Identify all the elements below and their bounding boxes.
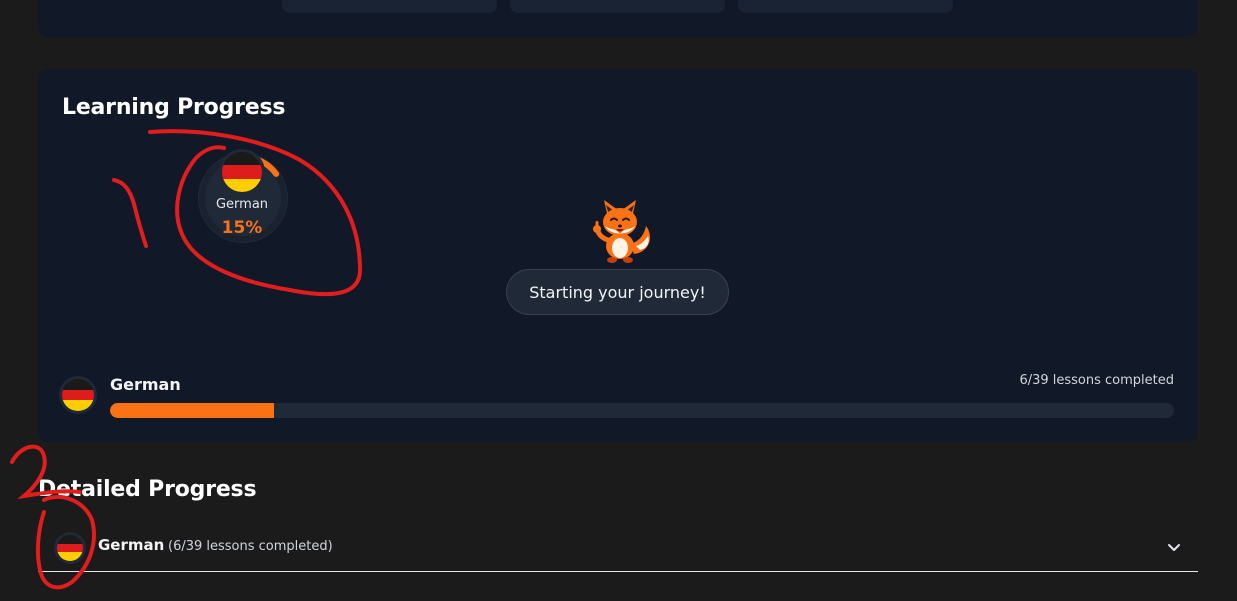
german-flag-icon: [62, 379, 94, 411]
language-row-label: German: [110, 375, 181, 394]
stat-tile: [282, 0, 497, 13]
language-progress-bar: [110, 403, 1174, 418]
german-flag-icon: [57, 535, 83, 561]
chevron-down-icon[interactable]: [1164, 537, 1184, 557]
stat-tile: [510, 0, 725, 13]
german-flag-icon: [222, 152, 262, 192]
fox-thumbs-up-icon: [593, 200, 650, 263]
detail-lessons-count: (6/39 lessons completed): [168, 539, 333, 554]
detailed-progress-title: Detailed Progress: [38, 477, 257, 502]
lessons-completed-label: 6/39 lessons completed: [1019, 373, 1174, 388]
top-stats-card: [38, 0, 1198, 37]
language-progress-fill: [110, 403, 274, 418]
stat-tile: [738, 0, 953, 13]
detail-language-label: German: [98, 536, 165, 554]
ring-language-label: German: [215, 197, 269, 212]
ring-percent-label: 15%: [221, 218, 263, 238]
journey-status-pill: Starting your journey!: [506, 269, 729, 315]
learning-progress-title: Learning Progress: [62, 95, 286, 120]
